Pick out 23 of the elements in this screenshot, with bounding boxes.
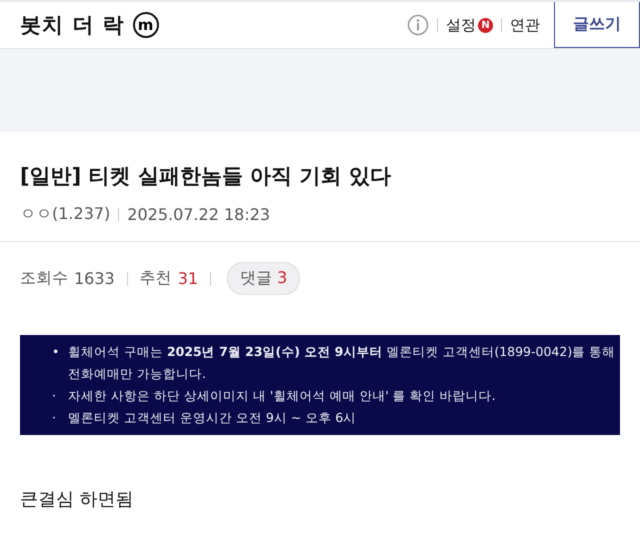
recommend-label: 추천 bbox=[140, 268, 172, 289]
bullet-mark: • bbox=[52, 344, 60, 359]
views-label: 조회수 bbox=[20, 268, 68, 289]
notice-text: 멜론티켓 고객센터 운영시간 오전 9시 ~ 오후 6시 bbox=[68, 409, 356, 427]
notice-text: 자세한 사항은 하단 상세이미지 내 '휠체어석 예매 안내' 를 확인 바랍니다. bbox=[68, 387, 496, 405]
nav-link[interactable]: 연관 bbox=[510, 16, 540, 34]
write-button[interactable]: 글쓰기 bbox=[554, 2, 640, 48]
views-count: 1633 bbox=[74, 269, 115, 288]
notice-text: 휠체어석 구매는 2025년 7월 23일(수) 오전 9시부터 멜론티켓 고객센터(1899-0042)를 통해 bbox=[68, 343, 616, 361]
new-badge: N bbox=[478, 18, 493, 32]
nav-link[interactable]: 설정 bbox=[446, 16, 476, 34]
post-author[interactable]: ㅇㅇ(1.237) bbox=[20, 204, 110, 225]
info-icon[interactable] bbox=[407, 14, 429, 36]
notice-text: 전화예매만 가능합니다. bbox=[68, 365, 206, 383]
board-badge: m bbox=[132, 12, 159, 38]
bullet-mark: · bbox=[52, 388, 56, 403]
bullet-mark: · bbox=[52, 410, 56, 425]
post-body: 큰결심 하면됨 bbox=[19, 488, 135, 512]
comments-button[interactable]: 댓글 3 bbox=[227, 262, 300, 295]
post-title: [일반] 티켓 실패한놈들 아직 기회 있다 bbox=[20, 163, 392, 190]
board-title[interactable]: 봇치 더 락 bbox=[20, 11, 125, 39]
recommend-count: 31 bbox=[178, 269, 198, 288]
post-date: 2025.07.22 18:23 bbox=[127, 205, 270, 224]
